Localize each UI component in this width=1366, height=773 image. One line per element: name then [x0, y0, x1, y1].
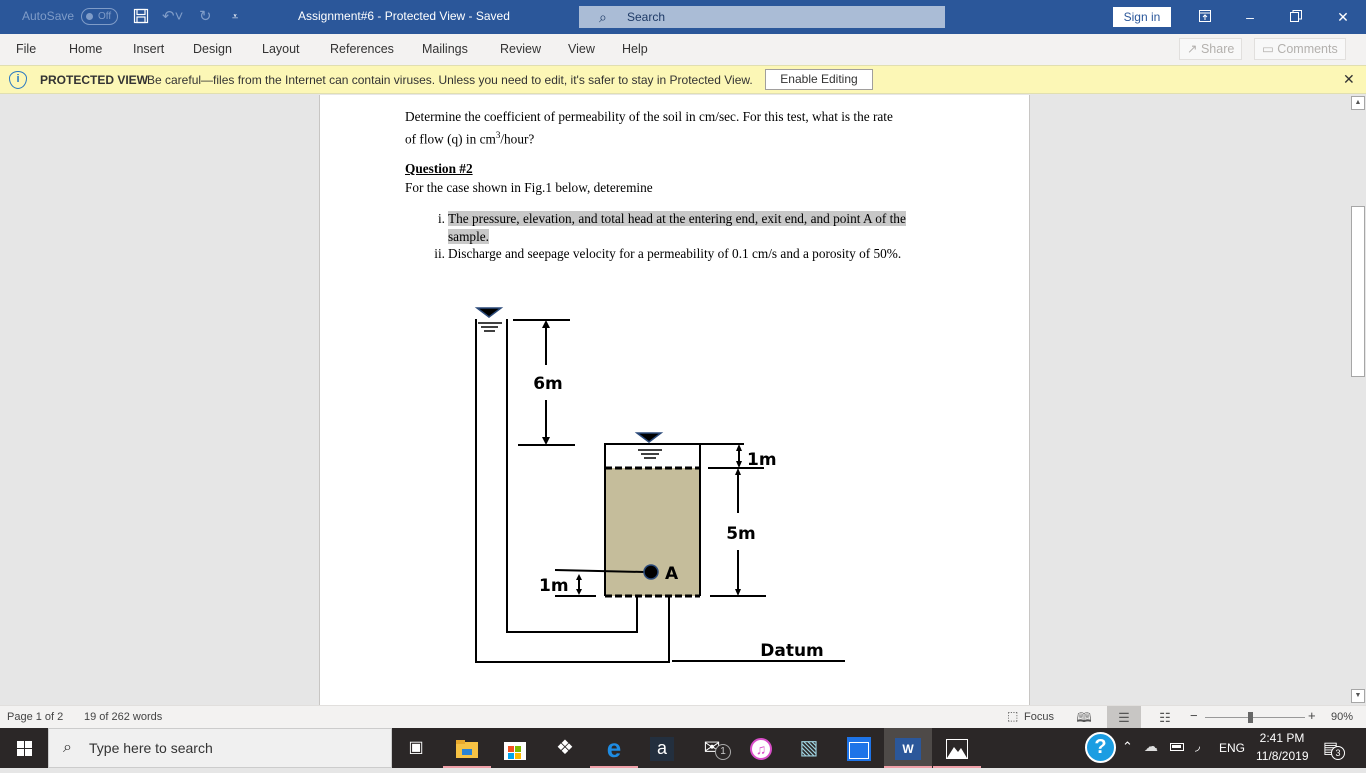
autosave-toggle[interactable]: Off: [81, 8, 118, 25]
close-icon[interactable]: ✕: [1343, 71, 1355, 88]
shield-info-icon: i: [9, 71, 27, 89]
mail-badge: 1: [715, 744, 731, 760]
zoom-slider-thumb[interactable]: [1248, 712, 1253, 723]
tab-view[interactable]: View: [568, 42, 595, 56]
share-icon: ↗: [1187, 42, 1198, 56]
label-point-a: A: [665, 564, 679, 584]
help-icon[interactable]: ?: [1085, 732, 1116, 763]
label-datum: Datum: [760, 641, 824, 661]
action-center-icon[interactable]: ▤ 3: [1323, 738, 1345, 760]
wifi-icon[interactable]: ◞: [1195, 738, 1200, 754]
page-count[interactable]: Page 1 of 2: [7, 711, 63, 723]
undo-icon[interactable]: ↶˅: [162, 8, 183, 26]
comments-label: Comments: [1277, 42, 1338, 56]
microsoft-store-icon[interactable]: [491, 728, 539, 768]
document-canvas: Determine the coefficient of permeabilit…: [0, 95, 1350, 705]
battery-icon[interactable]: [1170, 740, 1184, 754]
mail-icon[interactable]: ✉ 1: [688, 728, 736, 768]
dropbox-icon[interactable]: ❖: [541, 728, 589, 768]
label-1m-top: 1m: [747, 450, 777, 470]
tab-mailings[interactable]: Mailings: [422, 42, 468, 56]
taskbar: ⌕ Type here to search ▣ ❖ e a ✉ 1 ♫ ▧ W ?…: [0, 728, 1366, 768]
scroll-down-icon[interactable]: ▼: [1351, 689, 1365, 703]
tab-file[interactable]: File: [16, 42, 36, 56]
vertical-scrollbar[interactable]: ▲ ▼: [1350, 95, 1366, 705]
close-icon[interactable]: ✕: [1333, 7, 1353, 27]
zoom-slider[interactable]: [1205, 717, 1305, 718]
tab-references[interactable]: References: [330, 42, 394, 56]
word-count[interactable]: 19 of 262 words: [84, 711, 162, 723]
comment-icon: ▭: [1262, 42, 1274, 56]
print-layout-icon[interactable]: ☰: [1107, 706, 1141, 729]
file-explorer-icon[interactable]: [443, 728, 491, 768]
notepad-icon[interactable]: ▧: [785, 728, 833, 768]
scrollbar-thumb[interactable]: [1351, 206, 1365, 377]
protected-view-message: Be careful—files from the Internet can c…: [147, 73, 753, 87]
focus-icon[interactable]: ⬚: [1007, 709, 1018, 723]
comments-button[interactable]: ▭ Comments: [1254, 38, 1346, 60]
onedrive-icon[interactable]: ☁: [1144, 738, 1158, 755]
protected-view-label: PROTECTED VIEW: [40, 73, 149, 87]
scroll-up-icon[interactable]: ▲: [1351, 96, 1365, 110]
zoom-in-icon[interactable]: +: [1308, 708, 1316, 723]
enable-editing-button[interactable]: Enable Editing: [765, 69, 873, 90]
itunes-icon[interactable]: ♫: [737, 728, 785, 768]
clock-date: 11/8/2019: [1256, 749, 1309, 763]
label-1m-bottom: 1m: [539, 576, 569, 596]
status-bar: Page 1 of 2 19 of 262 words ⬚ Focus 🕮 ☰ …: [0, 705, 1366, 729]
water-level-marker-standpipe: [474, 307, 504, 332]
zoom-out-icon[interactable]: −: [1190, 708, 1198, 723]
redo-icon[interactable]: ↻: [199, 8, 212, 26]
sign-in-button[interactable]: Sign in: [1113, 7, 1171, 27]
taskbar-search[interactable]: ⌕ Type here to search: [48, 728, 392, 768]
save-icon[interactable]: [133, 8, 149, 29]
tab-layout[interactable]: Layout: [262, 42, 300, 56]
clock[interactable]: 2:41 PM 11/8/2019: [1256, 731, 1309, 763]
language-indicator[interactable]: ENG: [1219, 741, 1245, 755]
task-view-icon[interactable]: ▣: [392, 728, 440, 768]
share-button[interactable]: ↗ Share: [1179, 38, 1243, 60]
search-icon: ⌕: [599, 9, 607, 25]
customize-qat-icon[interactable]: ⩡: [232, 8, 238, 26]
tab-insert[interactable]: Insert: [133, 42, 164, 56]
autosave-label: AutoSave: [22, 9, 75, 23]
window-app-icon[interactable]: [835, 728, 883, 768]
edge-icon[interactable]: e: [590, 728, 638, 768]
document-title: Assignment#6 - Protected View - Saved: [298, 9, 510, 23]
start-button[interactable]: [0, 728, 48, 768]
windows-icon: [17, 741, 32, 756]
taskbar-search-placeholder: Type here to search: [89, 740, 213, 756]
amazon-icon[interactable]: a: [638, 728, 686, 768]
search-box[interactable]: ⌕ Search: [579, 6, 945, 28]
show-hidden-icons[interactable]: ⌃: [1122, 739, 1133, 755]
notification-badge: 3: [1331, 746, 1345, 760]
word-icon[interactable]: W: [884, 728, 932, 768]
label-6m: 6m: [533, 374, 563, 394]
tab-review[interactable]: Review: [500, 42, 541, 56]
photos-icon[interactable]: [933, 728, 981, 768]
tab-help[interactable]: Help: [622, 42, 648, 56]
title-bar: AutoSave Off ↶˅ ↻ ⩡ Assignment#6 - Prote…: [0, 0, 1366, 34]
share-label: Share: [1200, 42, 1235, 56]
menu-bar: File Home Insert Design Layout Reference…: [0, 34, 1366, 65]
tab-home[interactable]: Home: [69, 42, 102, 56]
permeability-figure: 6m 1m 5m A 1m Datum: [474, 307, 845, 663]
web-layout-icon[interactable]: ☷: [1148, 706, 1182, 729]
minimize-icon[interactable]: –: [1240, 7, 1260, 27]
water-level-marker-container: [634, 432, 664, 459]
read-mode-icon[interactable]: 🕮: [1067, 706, 1101, 729]
focus-button[interactable]: Focus: [1024, 711, 1054, 723]
point-a-marker: [643, 564, 659, 580]
ribbon-display-icon[interactable]: [1195, 7, 1215, 27]
restore-icon[interactable]: [1286, 7, 1306, 27]
document-page: Determine the coefficient of permeabilit…: [319, 95, 1030, 705]
label-5m: 5m: [726, 524, 756, 544]
tab-design[interactable]: Design: [193, 42, 232, 56]
clock-time: 2:41 PM: [1259, 731, 1305, 745]
zoom-level[interactable]: 90%: [1331, 711, 1353, 723]
search-icon: ⌕: [63, 739, 72, 756]
search-placeholder: Search: [627, 10, 666, 24]
protected-view-bar: i PROTECTED VIEW Be careful—files from t…: [0, 65, 1366, 94]
